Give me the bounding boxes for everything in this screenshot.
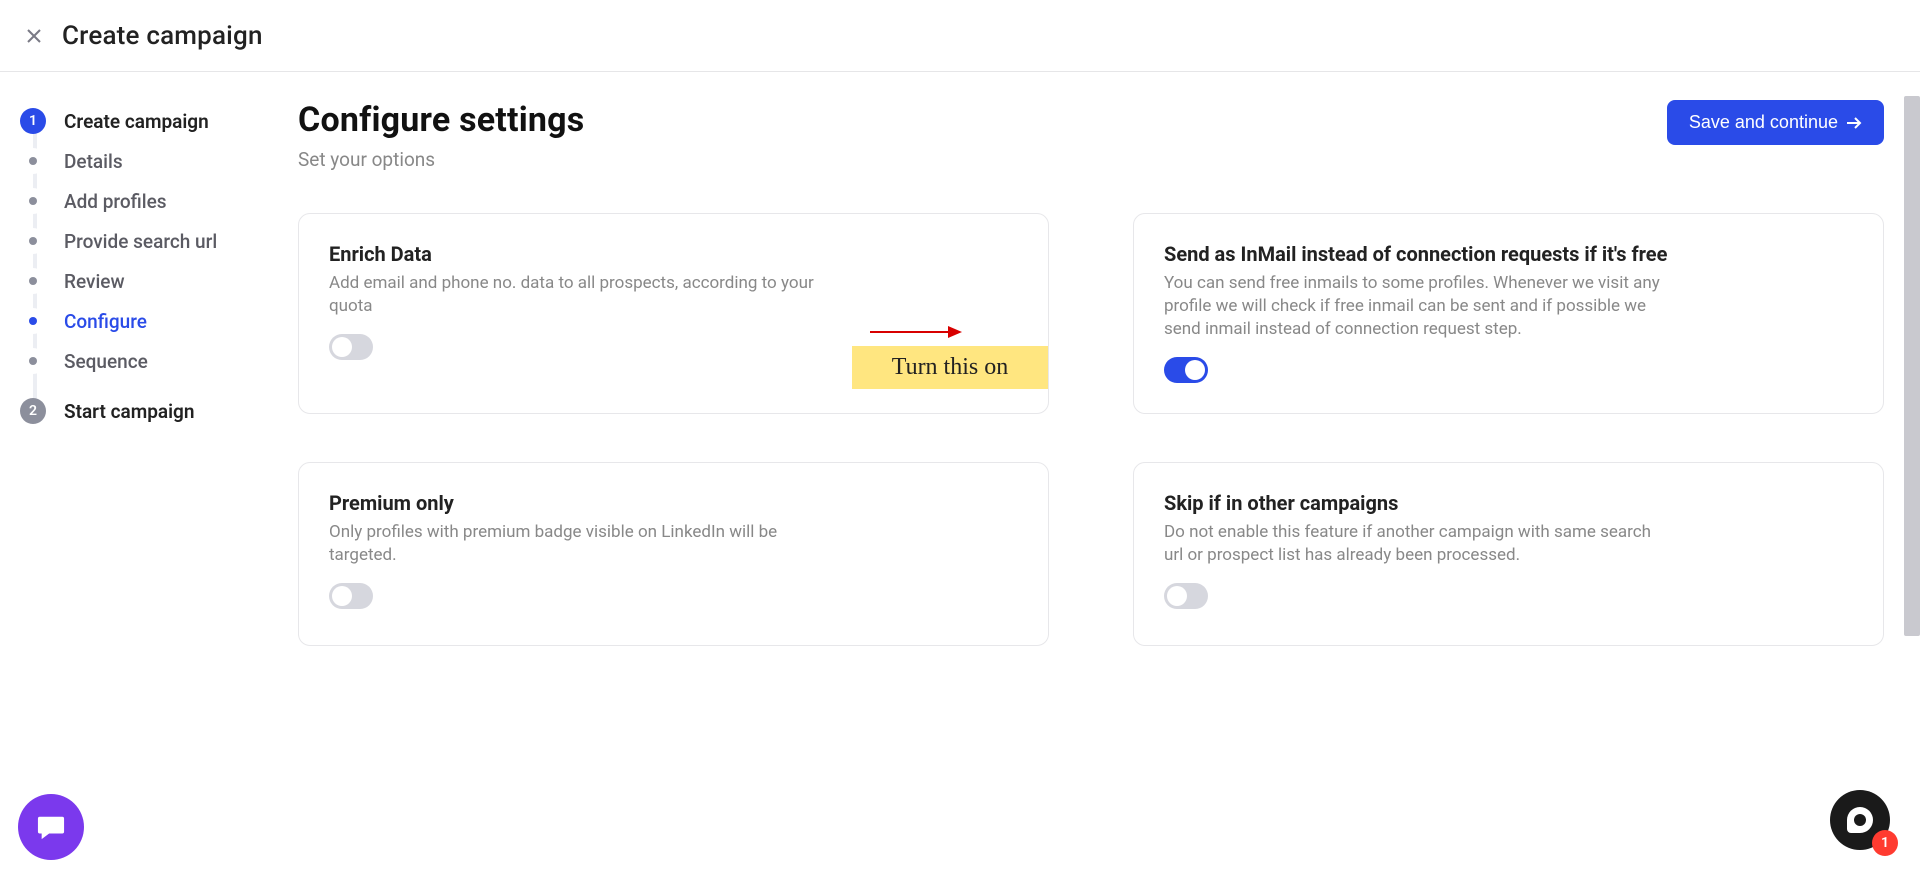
page-title: Create campaign [62, 21, 263, 51]
step-label: Configure [64, 310, 147, 333]
toggle-knob [1185, 360, 1205, 380]
notification-badge: 1 [1872, 830, 1898, 856]
toggle-enrich-data[interactable] [329, 334, 373, 360]
step-dot [20, 188, 46, 214]
topbar: Create campaign [0, 0, 1920, 72]
chat-bubble-left[interactable] [18, 794, 84, 860]
arrow-right-icon [1846, 116, 1862, 130]
card-desc: Do not enable this feature if another ca… [1164, 521, 1664, 567]
step-number: 2 [20, 398, 46, 424]
step-label: Start campaign [64, 400, 194, 423]
sidebar: 1 Create campaign Details Add profiles P… [0, 72, 280, 878]
card-desc: Add email and phone no. data to all pros… [329, 272, 829, 318]
content: 1 Create campaign Details Add profiles P… [0, 72, 1920, 878]
toggle-premium-only[interactable] [329, 583, 373, 609]
step-dot [20, 148, 46, 174]
chat-right-icon [1847, 807, 1873, 833]
save-continue-label: Save and continue [1689, 112, 1838, 133]
toggle-send-inmail[interactable] [1164, 357, 1208, 383]
step-label: Create campaign [64, 110, 209, 133]
heading-block: Configure settings Set your options [298, 100, 584, 171]
step-label: Add profiles [64, 190, 167, 213]
step-label: Provide search url [64, 230, 217, 253]
card-desc: Only profiles with premium badge visible… [329, 521, 829, 567]
step-configure[interactable]: Configure [20, 308, 260, 334]
step-add-profiles[interactable]: Add profiles [20, 188, 260, 214]
step-number: 1 [20, 108, 46, 134]
card-skip-other-campaigns: Skip if in other campaigns Do not enable… [1133, 462, 1884, 646]
main-heading: Configure settings [298, 100, 584, 140]
scrollbar[interactable] [1904, 96, 1920, 636]
main-panel: Configure settings Set your options Save… [280, 72, 1920, 878]
annotation-note: Turn this on [852, 346, 1048, 389]
step-create-campaign[interactable]: 1 Create campaign [20, 108, 260, 134]
step-start-campaign[interactable]: 2 Start campaign [20, 398, 260, 424]
step-review[interactable]: Review [20, 268, 260, 294]
toggle-knob [332, 337, 352, 357]
card-enrich-data: Enrich Data Add email and phone no. data… [298, 213, 1049, 414]
chat-icon [36, 813, 66, 841]
chat-bubble-right[interactable]: 1 [1830, 790, 1890, 850]
toggle-skip-other[interactable] [1164, 583, 1208, 609]
card-desc: You can send free inmails to some profil… [1164, 272, 1664, 341]
step-dot [20, 308, 46, 334]
save-continue-button[interactable]: Save and continue [1667, 100, 1884, 145]
main-header: Configure settings Set your options Save… [298, 100, 1884, 171]
step-dot [20, 228, 46, 254]
annotation-arrow [870, 322, 962, 346]
step-sequence[interactable]: Sequence [20, 348, 260, 374]
card-premium-only: Premium only Only profiles with premium … [298, 462, 1049, 646]
toggle-knob [1167, 586, 1187, 606]
card-send-inmail: Send as InMail instead of connection req… [1133, 213, 1884, 414]
card-title: Send as InMail instead of connection req… [1164, 242, 1853, 266]
step-label: Details [64, 150, 123, 173]
card-title: Enrich Data [329, 242, 1018, 266]
toggle-knob [332, 586, 352, 606]
step-dot [20, 348, 46, 374]
step-provide-search-url[interactable]: Provide search url [20, 228, 260, 254]
step-label: Sequence [64, 350, 148, 373]
step-dot [20, 268, 46, 294]
card-title: Skip if in other campaigns [1164, 491, 1853, 515]
close-icon[interactable] [24, 26, 44, 46]
step-label: Review [64, 270, 125, 293]
step-details[interactable]: Details [20, 148, 260, 174]
main-subheading: Set your options [298, 148, 584, 171]
settings-cards: Enrich Data Add email and phone no. data… [298, 213, 1884, 646]
card-title: Premium only [329, 491, 1018, 515]
